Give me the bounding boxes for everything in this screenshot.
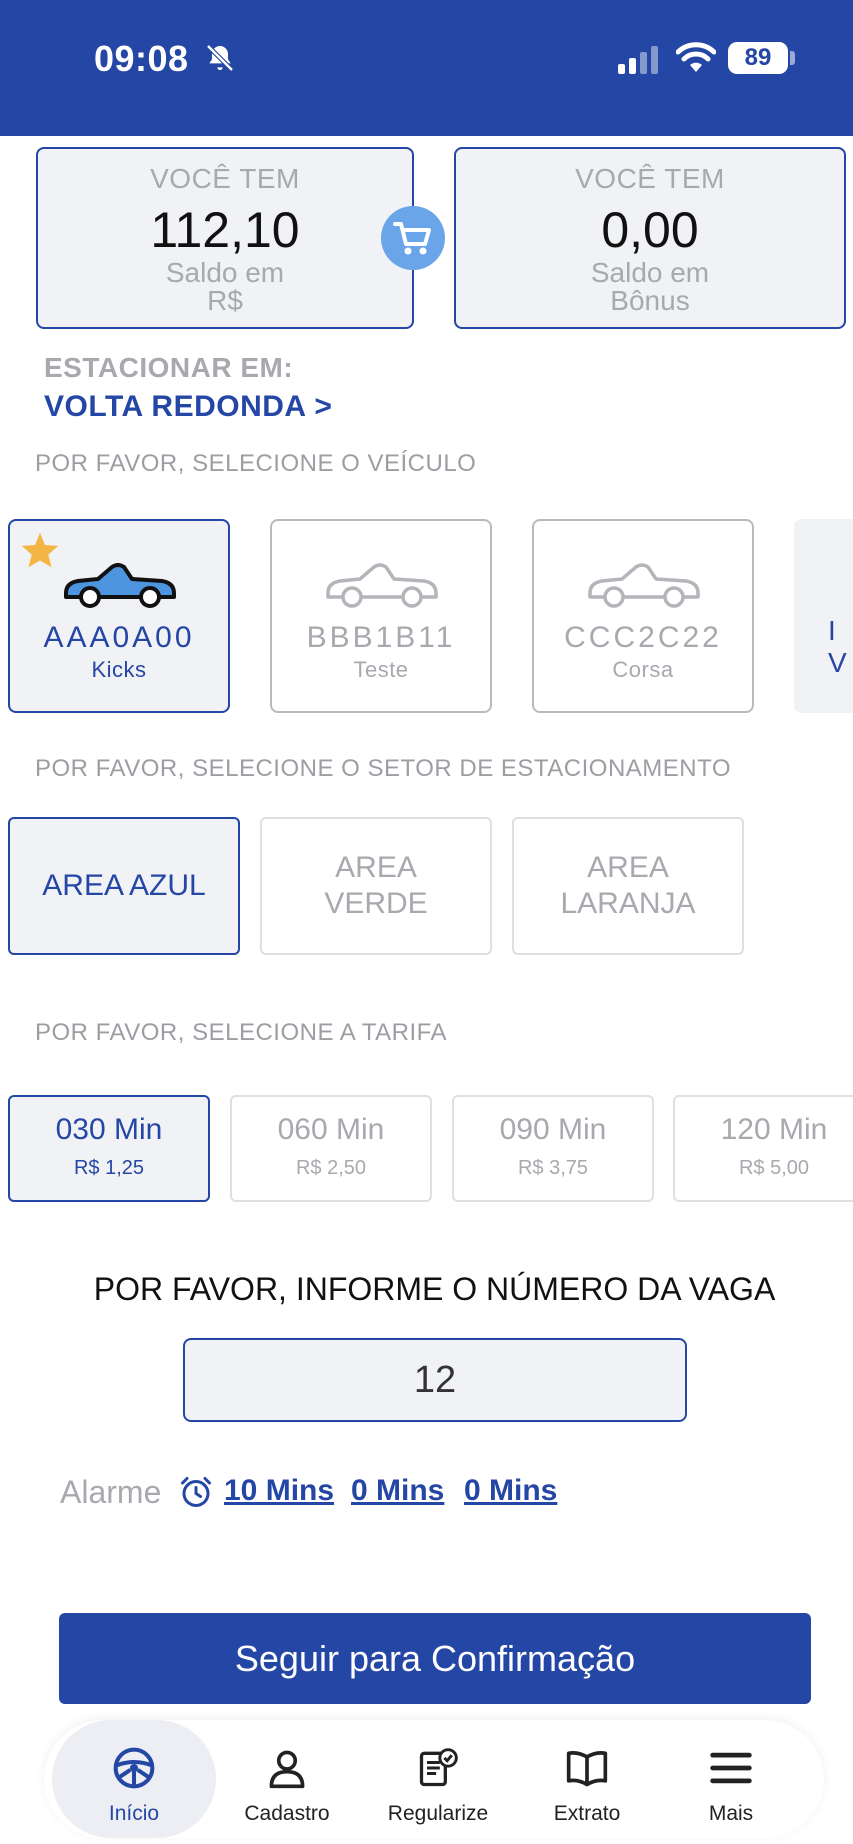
- tariff-option[interactable]: 060 Min R$ 2,50: [230, 1095, 432, 1202]
- vehicle-card[interactable]: BBB1B11 Teste: [270, 519, 492, 713]
- vehicle-card[interactable]: AAA0A00 Kicks: [8, 519, 230, 713]
- user-icon: [269, 1750, 305, 1789]
- add-vehicle-text-line1: I: [828, 615, 836, 646]
- park-in-label: ESTACIONAR EM:: [44, 352, 294, 383]
- document-check-icon: [419, 1748, 458, 1787]
- add-vehicle-text-line2: V: [828, 647, 847, 678]
- status-time: 09:08: [94, 38, 189, 79]
- bottom-nav: Início Cadastro Regularize Extrato Mais: [44, 1720, 824, 1838]
- alarm-clock-icon: [181, 1477, 211, 1507]
- spot-number-title: POR FAVOR, INFORME O NÚMERO DA VAGA: [93, 1271, 776, 1307]
- convertible-car-icon: [326, 563, 438, 608]
- alarm-label: Alarme: [60, 1474, 162, 1510]
- book-icon: [566, 1751, 608, 1787]
- status-bar: 09:08 89: [0, 0, 853, 136]
- wifi-icon: [676, 42, 716, 72]
- battery-level: 89: [744, 44, 772, 71]
- convertible-car-icon: [64, 563, 176, 608]
- bonus-caption-line1: Saldo em: [590, 257, 710, 288]
- nav-item-inicio[interactable]: Início: [52, 1720, 216, 1838]
- convertible-car-icon: [588, 563, 700, 608]
- city-selector[interactable]: VOLTA REDONDA >: [44, 390, 332, 424]
- balance-caption-line1: Saldo em: [165, 257, 285, 288]
- add-vehicle-card[interactable]: I V: [794, 519, 853, 713]
- alarm-option[interactable]: 0 Mins: [351, 1474, 444, 1508]
- tariff-minutes: 060 Min: [277, 1113, 385, 1146]
- sector-option-verde[interactable]: AREA VERDE: [260, 817, 492, 955]
- battery-tip: [790, 51, 795, 65]
- tariff-minutes: 090 Min: [499, 1113, 607, 1146]
- vehicle-plate: BBB1B11: [306, 621, 456, 654]
- alarm-option[interactable]: 0 Mins: [464, 1474, 557, 1508]
- menu-icon: [710, 1752, 752, 1784]
- nav-item-extrato[interactable]: Extrato: [522, 1720, 652, 1838]
- nav-label: Cadastro: [244, 1802, 330, 1825]
- vehicle-section-title: POR FAVOR, SELECIONE O VEÍCULO: [35, 450, 477, 477]
- tariff-minutes: 030 Min: [55, 1113, 163, 1146]
- battery-icon: 89: [728, 42, 788, 74]
- vehicle-model: Kicks: [91, 657, 147, 682]
- vehicle-plate: AAA0A00: [43, 621, 195, 654]
- bonus-value: 0,00: [601, 202, 699, 258]
- tariff-option[interactable]: 030 Min R$ 1,25: [8, 1095, 210, 1202]
- tariff-option[interactable]: 090 Min R$ 3,75: [452, 1095, 654, 1202]
- buy-credit-button[interactable]: [381, 206, 445, 270]
- nav-item-mais[interactable]: Mais: [666, 1720, 796, 1838]
- bonus-header: VOCÊ TEM: [575, 163, 725, 194]
- tariff-option[interactable]: 120 Min R$ 5,00: [673, 1095, 853, 1202]
- signal-icon: [618, 46, 658, 74]
- balance-card-bonus[interactable]: VOCÊ TEM 0,00 Saldo em Bônus: [454, 147, 846, 329]
- vehicle-plate: CCC2C22: [564, 621, 722, 654]
- steering-wheel-icon: [113, 1747, 155, 1789]
- tariff-price: R$ 5,00: [738, 1157, 810, 1179]
- tariff-section-title: POR FAVOR, SELECIONE A TARIFA: [35, 1019, 447, 1046]
- sector-option-laranja[interactable]: AREA LARANJA: [512, 817, 744, 955]
- balance-card-reais[interactable]: VOCÊ TEM 112,10 Saldo em R$: [36, 147, 414, 329]
- vehicle-model: Teste: [353, 657, 409, 682]
- favorite-star-icon: [21, 532, 59, 568]
- vehicle-model: Corsa: [612, 657, 674, 682]
- nav-label: Regularize: [387, 1802, 489, 1825]
- vehicle-card[interactable]: CCC2C22 Corsa: [532, 519, 754, 713]
- bonus-caption-line2: Bônus: [610, 285, 690, 316]
- nav-item-regularize[interactable]: Regularize: [360, 1720, 516, 1838]
- nav-item-cadastro[interactable]: Cadastro: [222, 1720, 352, 1838]
- balance-value: 112,10: [150, 202, 300, 258]
- nav-label: Extrato: [553, 1802, 621, 1825]
- alarm-option[interactable]: 10 Mins: [224, 1474, 334, 1508]
- nav-label: Mais: [708, 1802, 754, 1825]
- nav-label: Início: [108, 1802, 160, 1825]
- continue-to-confirmation-button[interactable]: Seguir para Confirmação: [59, 1613, 811, 1704]
- sector-option-azul[interactable]: AREA AZUL: [8, 817, 240, 955]
- spot-number-input[interactable]: [183, 1338, 687, 1422]
- cart-icon: [393, 222, 431, 255]
- tariff-price: R$ 1,25: [73, 1157, 145, 1179]
- sector-section-title: POR FAVOR, SELECIONE O SETOR DE ESTACION…: [35, 755, 732, 782]
- balance-caption-line2: R$: [207, 285, 243, 316]
- tariff-minutes: 120 Min: [720, 1113, 828, 1146]
- balance-header: VOCÊ TEM: [150, 163, 300, 194]
- bell-off-icon: [206, 44, 234, 72]
- tariff-price: R$ 3,75: [517, 1157, 589, 1179]
- tariff-price: R$ 2,50: [295, 1157, 367, 1179]
